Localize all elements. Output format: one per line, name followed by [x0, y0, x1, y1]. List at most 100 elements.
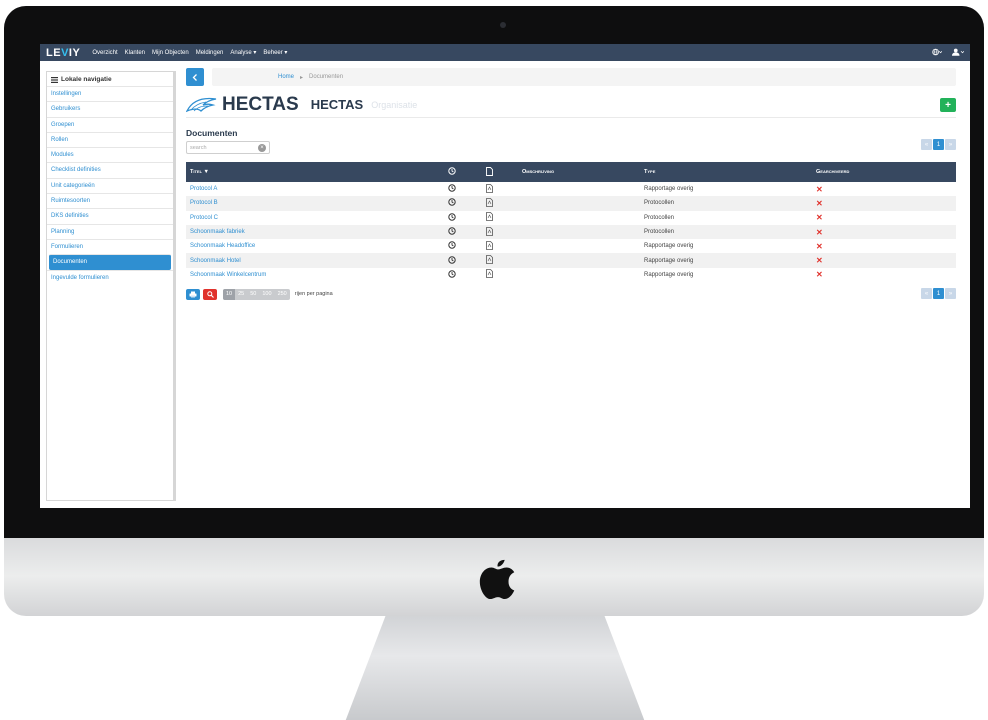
row-description: [518, 182, 640, 196]
row-description: [518, 268, 640, 282]
breadcrumb-current: Documenten: [309, 74, 344, 80]
pagination-next[interactable]: »: [945, 139, 956, 150]
menu-icon: [51, 76, 58, 83]
nav-overzicht[interactable]: Overzicht: [92, 50, 117, 56]
pdf-icon[interactable]: [486, 212, 493, 222]
history-cell[interactable]: [444, 225, 482, 239]
globe-icon[interactable]: [932, 48, 943, 58]
user-icon[interactable]: [952, 48, 965, 58]
print-button[interactable]: [186, 288, 200, 300]
history-cell[interactable]: [444, 196, 482, 210]
pagination-page[interactable]: 1: [933, 288, 944, 300]
row-title[interactable]: Protocol A: [186, 182, 444, 196]
file-cell[interactable]: [482, 253, 518, 267]
nav-analyse[interactable]: Analyse ▾: [230, 49, 256, 56]
row-title[interactable]: Schoonmaak fabriek: [186, 225, 444, 239]
nav-beheer[interactable]: Beheer ▾: [263, 49, 287, 56]
search-filter-button[interactable]: [203, 288, 217, 300]
clock-icon[interactable]: [448, 184, 456, 192]
archived-x-icon[interactable]: ✕: [812, 182, 956, 196]
row-title[interactable]: Protocol C: [186, 211, 444, 225]
add-button[interactable]: +: [940, 98, 956, 112]
search-input[interactable]: search ×: [186, 141, 270, 154]
history-cell[interactable]: [444, 253, 482, 267]
nav-meldingen[interactable]: Meldingen: [196, 50, 224, 56]
archived-x-icon[interactable]: ✕: [812, 239, 956, 253]
sidebar-item-rollen[interactable]: Rollen: [47, 131, 173, 147]
history-cell[interactable]: [444, 182, 482, 196]
page-size-10[interactable]: 10: [223, 288, 236, 300]
clock-icon[interactable]: [448, 213, 456, 221]
sidebar-item-planning[interactable]: Planning: [47, 223, 173, 239]
sidebar-item-formulieren[interactable]: Formulieren: [47, 238, 173, 254]
pdf-icon[interactable]: [486, 255, 493, 265]
archived-x-icon[interactable]: ✕: [812, 253, 956, 267]
column-header-gearchiveerd[interactable]: Gearchiveerd: [812, 162, 956, 182]
sidebar-item-documenten[interactable]: Documenten: [49, 254, 171, 270]
page-size-100[interactable]: 100: [259, 291, 274, 297]
pagination-next[interactable]: »: [945, 288, 956, 300]
pdf-icon[interactable]: [486, 269, 493, 279]
file-cell[interactable]: [482, 225, 518, 239]
archived-x-icon[interactable]: ✕: [812, 211, 956, 225]
archived-x-icon[interactable]: ✕: [812, 196, 956, 210]
pdf-icon[interactable]: [486, 183, 493, 193]
table-row[interactable]: Protocol C Protocollen ✕: [186, 211, 956, 225]
table-row[interactable]: Schoonmaak Headoffice Rapportage overig …: [186, 239, 956, 253]
file-cell[interactable]: [482, 268, 518, 282]
clock-icon[interactable]: [448, 270, 456, 278]
nav-klanten[interactable]: Klanten: [125, 50, 145, 56]
file-cell[interactable]: [482, 239, 518, 253]
row-title[interactable]: Schoonmaak Headoffice: [186, 239, 444, 253]
table-row[interactable]: Schoonmaak Hotel Rapportage overig ✕: [186, 253, 956, 268]
imac-mockup: LEVIY Overzicht Klanten Mijn Objecten Me…: [0, 0, 988, 720]
history-cell[interactable]: [444, 239, 482, 253]
column-header-titel[interactable]: Titel ▼: [186, 162, 444, 182]
sidebar-item-modules[interactable]: Modules: [47, 147, 173, 162]
table-header-row: Titel ▼ Omschrijving Type Gearchiveerd: [186, 162, 956, 182]
breadcrumb-home[interactable]: Home: [278, 74, 294, 80]
back-button[interactable]: [186, 68, 204, 86]
clock-icon[interactable]: [448, 198, 456, 207]
row-title[interactable]: Protocol B: [186, 196, 444, 210]
archived-x-icon[interactable]: ✕: [812, 268, 956, 282]
table-row[interactable]: Protocol A Rapportage overig ✕: [186, 182, 956, 196]
table-row[interactable]: Schoonmaak Winkelcentrum Rapportage over…: [186, 268, 956, 282]
sidebar-item-instellingen[interactable]: Instellingen: [47, 86, 173, 101]
sidebar-item-gebruikers[interactable]: Gebruikers: [47, 101, 173, 116]
pdf-icon[interactable]: [486, 198, 493, 207]
sidebar-item-dks-definities[interactable]: DKS definities: [47, 208, 173, 223]
row-type: Rapportage overig: [644, 257, 694, 264]
page-size-25[interactable]: 25: [235, 291, 247, 297]
sidebar-item-groepen[interactable]: Groepen: [47, 116, 173, 132]
pagination-page[interactable]: 1: [933, 139, 944, 150]
table-row[interactable]: Schoonmaak fabriek Protocollen ✕: [186, 224, 956, 240]
page-size-250[interactable]: 250: [275, 291, 290, 297]
pdf-icon[interactable]: [486, 226, 493, 236]
file-cell[interactable]: [482, 211, 518, 225]
history-cell[interactable]: [444, 211, 482, 225]
page-size-50[interactable]: 50: [247, 291, 259, 297]
column-header-omschrijving[interactable]: Omschrijving: [518, 162, 640, 182]
table-row[interactable]: Protocol B Protocollen ✕: [186, 196, 956, 211]
sidebar-item-checklist-definities[interactable]: Checklist definities: [47, 162, 173, 177]
clock-icon[interactable]: [448, 255, 456, 264]
clear-search-icon[interactable]: ×: [258, 143, 266, 152]
clock-icon[interactable]: [448, 227, 456, 235]
file-cell[interactable]: [482, 182, 518, 196]
app-logo[interactable]: LEVIY: [46, 47, 80, 59]
sidebar-item-ruimtesoorten[interactable]: Ruimtesoorten: [47, 193, 173, 208]
row-title[interactable]: Schoonmaak Winkelcentrum: [186, 268, 444, 282]
column-header-type[interactable]: Type: [640, 162, 812, 182]
nav-mijn-objecten[interactable]: Mijn Objecten: [152, 50, 189, 56]
history-cell[interactable]: [444, 268, 482, 282]
pagination-prev[interactable]: «: [921, 288, 932, 300]
clock-icon[interactable]: [448, 241, 456, 250]
pdf-icon[interactable]: [486, 240, 493, 250]
archived-x-icon[interactable]: ✕: [812, 225, 956, 239]
sidebar-item-ingevulde-formulieren[interactable]: Ingevulde formulieren: [47, 269, 173, 285]
pagination-prev[interactable]: «: [921, 139, 932, 150]
file-cell[interactable]: [482, 196, 518, 210]
sidebar-item-unit-categorieen[interactable]: Unit categorieën: [47, 177, 173, 193]
row-title[interactable]: Schoonmaak Hotel: [186, 253, 444, 267]
